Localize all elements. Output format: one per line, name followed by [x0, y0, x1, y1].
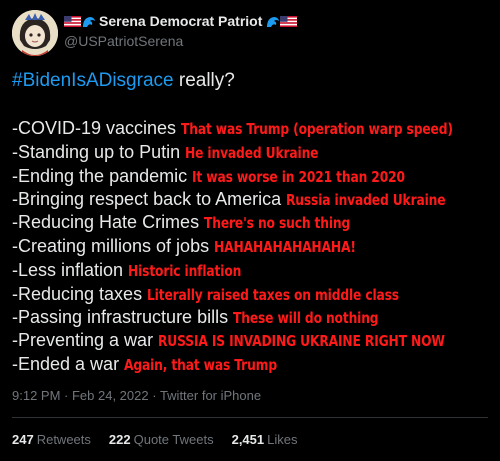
wave-icon [267, 16, 280, 27]
line-annotation: Again, that was Trump [124, 356, 278, 374]
line-item: -Creating millions of jobs [12, 236, 210, 256]
line-annotation: It was worse in 2021 than 2020 [192, 168, 406, 186]
likes-stat[interactable]: 2,451 Likes [232, 432, 298, 447]
avatar[interactable] [12, 10, 58, 56]
tweet-line: -Preventing a war RUSSIA IS INVADING UKRA… [12, 330, 500, 351]
line-annotation: Historic inflation [128, 262, 242, 280]
line-item: -Reducing taxes [12, 284, 143, 304]
line-item: -Less inflation [12, 260, 124, 280]
tweet-line: -Passing infrastructure bills These will … [12, 307, 410, 328]
us-flag-icon [64, 15, 81, 27]
quote-tweets-count: 222 [108, 432, 131, 447]
line-annotation: RUSSIA IS INVADING UKRAINE RIGHT NOW [158, 332, 445, 350]
line-annotation: He invaded Ukraine [185, 144, 319, 162]
display-name[interactable]: Serena Democrat Patriot [99, 13, 262, 29]
quote-tweets-label: Quote Tweets [133, 432, 214, 447]
tweet-line: -Less inflation Historic inflation [12, 260, 266, 281]
meta-separator: · [60, 388, 72, 403]
line-annotation: That was Trump (operation warp speed) [181, 120, 453, 138]
tweet-first-line: #BidenIsADisgrace really? [12, 70, 235, 92]
line-item: -Bringing respect back to America [12, 189, 282, 209]
line-annotation: Russia invaded Ukraine [286, 191, 446, 209]
likes-label: Likes [267, 432, 298, 447]
line-item: -Passing infrastructure bills [12, 307, 229, 327]
retweets-stat[interactable]: 247 Retweets [12, 432, 91, 447]
meta-separator: · [148, 388, 160, 403]
tweet-stats: 247 Retweets 222 Quote Tweets 2,451 Likes [12, 432, 316, 447]
tweet-time[interactable]: 9:12 PM [12, 388, 60, 403]
line-item: -Standing up to Putin [12, 142, 181, 162]
retweets-label: Retweets [36, 432, 91, 447]
us-flag-icon [280, 15, 298, 27]
tweet-line: -Ended a war Again, that was Trump [12, 354, 311, 375]
line-annotation: There's no such thing [204, 214, 351, 232]
line-annotation: HAHAHAHAHAHAHA! [214, 238, 356, 256]
author-handle[interactable]: @USPatriotSerena [64, 33, 183, 49]
tweet-line: -COVID-19 vaccines That was Trump (operat… [12, 118, 500, 139]
tweet-line: -Ending the pandemic It was worse in 2021… [12, 166, 452, 187]
tweet-line: -Standing up to Putin He invaded Ukraine [12, 142, 348, 163]
quote-tweets-stat[interactable]: 222 Quote Tweets [109, 432, 214, 447]
line-item: -Ended a war [12, 354, 120, 374]
tweet-line: -Creating millions of jobs HAHAHAHAHAHAHA… [12, 236, 387, 257]
line-annotation: Literally raised taxes on middle class [147, 286, 400, 304]
hashtag-link[interactable]: #BidenIsADisgrace [12, 70, 174, 91]
tweet-date[interactable]: Feb 24, 2022 [72, 388, 149, 403]
wave-icon [83, 16, 95, 27]
tweet-line: -Reducing taxes Literally raised taxes on… [12, 284, 454, 305]
line-item: -Ending the pandemic [12, 166, 188, 186]
line-annotation: These will do nothing [233, 309, 379, 327]
line-item: -COVID-19 vaccines [12, 118, 177, 138]
likes-count: 2,451 [231, 432, 265, 447]
tweet-line: -Bringing respect back to America Russia … [12, 189, 481, 210]
tweet-line: -Reducing Hate Crimes There's no such thi… [12, 212, 382, 233]
retweets-count: 247 [12, 432, 34, 447]
line-item: -Reducing Hate Crimes [12, 212, 200, 232]
tweet-source[interactable]: Twitter for iPhone [160, 388, 261, 403]
divider [12, 417, 488, 418]
author-name-row[interactable]: Serena Democrat Patriot [64, 13, 298, 29]
tweet-text-rest: really? [173, 70, 235, 91]
line-item: -Preventing a war [12, 330, 154, 350]
tweet-meta: 9:12 PM · Feb 24, 2022 · Twitter for iPh… [12, 388, 261, 403]
